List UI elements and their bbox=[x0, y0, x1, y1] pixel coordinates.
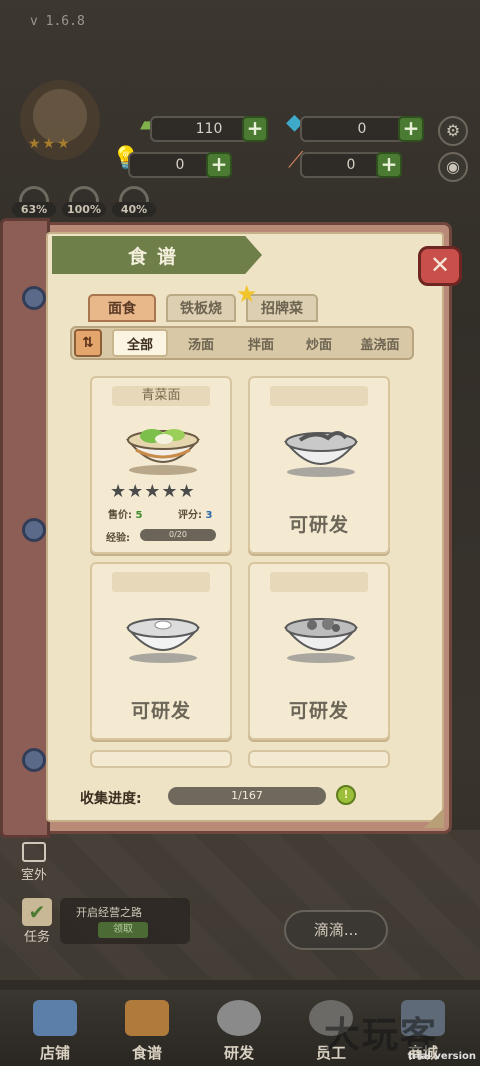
stat-seat[interactable]: 63% bbox=[12, 186, 56, 220]
recipe-name-hidden: — bbox=[270, 572, 368, 592]
recipe-card-partial bbox=[248, 750, 390, 768]
camera-icon: ◉ bbox=[446, 157, 460, 176]
checklist-icon: ✔ bbox=[22, 898, 52, 926]
shop-icon bbox=[33, 1000, 77, 1036]
recipe-card[interactable]: — 可研发 bbox=[248, 376, 390, 554]
locked-bowl-icon bbox=[283, 618, 359, 663]
collection-progress-bar: 1/167 bbox=[168, 787, 326, 805]
filter-mixed-noodles[interactable]: 拌面 bbox=[236, 329, 286, 357]
settings-button[interactable]: ⚙ bbox=[438, 116, 468, 146]
restaurant-level-badge[interactable]: ★★★ bbox=[20, 80, 100, 160]
camera-button[interactable]: ◉ bbox=[438, 152, 468, 182]
research-available: 可研发 bbox=[288, 700, 349, 722]
tasks-label: 任务 bbox=[23, 930, 50, 945]
nav-recipes[interactable]: 食谱 bbox=[112, 1000, 182, 1063]
recipe-card[interactable]: — 可研发 bbox=[248, 562, 390, 740]
add-ideas-button[interactable]: + bbox=[206, 152, 232, 178]
recipe-price: 售价: 5 bbox=[108, 510, 143, 521]
collection-reward-icon[interactable]: ! bbox=[336, 785, 356, 805]
filter-soup-noodles[interactable]: 汤面 bbox=[176, 329, 226, 357]
binder-ring bbox=[22, 748, 46, 772]
speech-bubble[interactable]: 滴滴... bbox=[284, 910, 388, 950]
filter-fried-noodles[interactable]: 炒面 bbox=[294, 329, 344, 357]
recipe-card-partial bbox=[90, 750, 232, 768]
recipe-card[interactable]: — 可研发 bbox=[90, 562, 232, 740]
stat-service-value: 40% bbox=[112, 202, 156, 217]
gear-icon: ⚙ bbox=[445, 121, 461, 140]
nav-shop[interactable]: 店铺 bbox=[20, 1000, 90, 1063]
outdoor-button[interactable]: 室外 bbox=[12, 842, 56, 883]
stat-food-value: 100% bbox=[62, 202, 106, 217]
nav-research[interactable]: 研发 bbox=[204, 1000, 274, 1063]
sort-icon: ⇅ bbox=[82, 335, 94, 351]
version-label: v 1.6.8 bbox=[30, 14, 85, 29]
task-claim-button[interactable]: 领取 bbox=[98, 922, 148, 938]
stat-service[interactable]: 40% bbox=[112, 186, 156, 220]
recipe-xp-bar: 0/20 bbox=[140, 529, 216, 541]
close-button[interactable]: ✕ bbox=[418, 246, 462, 286]
chopsticks-value: 0 bbox=[346, 157, 356, 173]
rating-stars-icon: ★★★ bbox=[28, 136, 72, 152]
outdoor-label: 室外 bbox=[20, 868, 47, 883]
tab-teppanyaki[interactable]: 铁板烧 bbox=[166, 294, 236, 322]
stat-seat-value: 63% bbox=[12, 202, 56, 217]
locked-bowl-icon bbox=[125, 618, 201, 663]
recipe-xp-label: 经验: bbox=[106, 533, 130, 544]
locked-bowl-icon bbox=[283, 431, 359, 477]
new-star-icon: ★ bbox=[236, 280, 258, 308]
nav-recipes-label: 食谱 bbox=[131, 1044, 162, 1062]
door-icon bbox=[22, 842, 46, 862]
gem-value: 0 bbox=[357, 121, 367, 137]
nav-research-label: 研发 bbox=[223, 1044, 254, 1062]
recipe-book-title: 食谱 bbox=[52, 236, 262, 274]
recipe-book-icon bbox=[125, 1000, 169, 1036]
add-chopsticks-button[interactable]: + bbox=[376, 152, 402, 178]
greens-noodle-bowl-icon bbox=[125, 429, 201, 475]
research-available: 可研发 bbox=[288, 514, 349, 536]
recipe-star-rating: ★★★★★ bbox=[110, 481, 196, 502]
recipe-name: 青菜面 bbox=[112, 386, 210, 406]
binder-ring bbox=[22, 286, 46, 310]
pot-icon bbox=[217, 1000, 261, 1036]
add-coins-button[interactable]: + bbox=[242, 116, 268, 142]
trial-version-label: trial version bbox=[407, 1051, 476, 1062]
binder-ring bbox=[22, 518, 46, 542]
collection-progress-label: 收集进度: bbox=[80, 791, 142, 807]
add-gems-button[interactable]: + bbox=[398, 116, 424, 142]
recipe-score: 评分: 3 bbox=[178, 510, 213, 521]
filter-rice-noodles[interactable]: 盖浇面 bbox=[350, 329, 410, 357]
recipe-card[interactable]: 青菜面 ★★★★★ 售价: 5 评分: 3 经验: 0/20 bbox=[90, 376, 232, 554]
tab-noodles[interactable]: 面食 bbox=[88, 294, 156, 322]
filter-all[interactable]: 全部 bbox=[112, 329, 168, 357]
coin-value: 110 bbox=[195, 121, 223, 137]
close-icon: ✕ bbox=[429, 251, 451, 279]
nav-shop-label: 店铺 bbox=[39, 1044, 70, 1062]
sort-button[interactable]: ⇅ bbox=[74, 329, 102, 357]
recipe-name-hidden: — bbox=[112, 572, 210, 592]
recipe-name-hidden: — bbox=[270, 386, 368, 406]
stat-food[interactable]: 100% bbox=[62, 186, 106, 220]
idea-value: 0 bbox=[175, 157, 185, 173]
tasks-button[interactable]: ✔ 任务 bbox=[14, 898, 60, 945]
task-description: 开启经营之路 bbox=[76, 906, 142, 919]
research-available: 可研发 bbox=[130, 700, 191, 722]
